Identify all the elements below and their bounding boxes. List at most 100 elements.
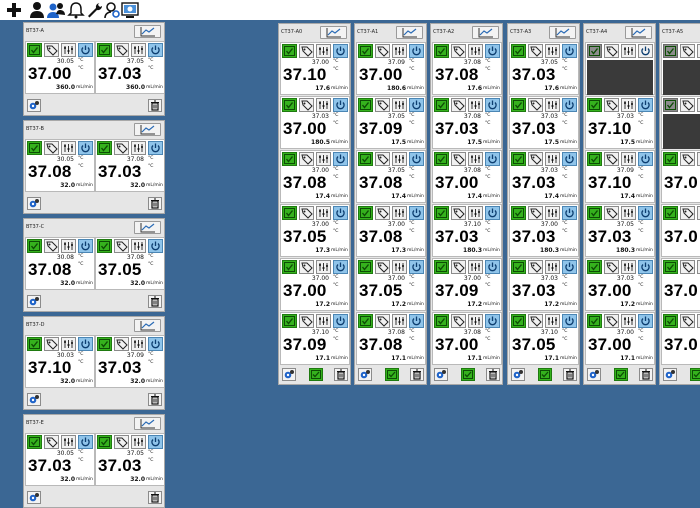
chart-button[interactable]	[134, 417, 161, 430]
sliders-icon[interactable]	[545, 44, 560, 58]
sliders-icon[interactable]	[468, 314, 483, 328]
power-icon[interactable]	[638, 260, 653, 274]
sliders-icon[interactable]	[131, 337, 146, 351]
power-icon[interactable]	[333, 206, 348, 220]
delete-button[interactable]	[148, 197, 162, 210]
sliders-icon[interactable]	[131, 239, 146, 253]
sliders-icon[interactable]	[316, 152, 331, 166]
settings-button[interactable]	[27, 295, 41, 308]
sliders-icon[interactable]	[621, 44, 636, 58]
enable-checkbox-icon[interactable]	[511, 314, 526, 328]
settings-button[interactable]	[282, 368, 296, 381]
delete-button[interactable]	[486, 368, 500, 381]
enable-checkbox-icon[interactable]	[97, 141, 112, 155]
tag-icon[interactable]	[44, 141, 59, 155]
power-icon[interactable]	[78, 239, 93, 253]
enable-checkbox-icon[interactable]	[434, 260, 449, 274]
settings-button[interactable]	[434, 368, 448, 381]
delete-button[interactable]	[639, 368, 653, 381]
sliders-icon[interactable]	[392, 260, 407, 274]
enable-checkbox-icon[interactable]	[434, 314, 449, 328]
power-icon[interactable]	[409, 206, 424, 220]
tag-icon[interactable]	[451, 98, 466, 112]
tag-icon[interactable]	[604, 206, 619, 220]
sliders-icon[interactable]	[316, 260, 331, 274]
chart-button[interactable]	[134, 25, 161, 38]
settings-button[interactable]	[27, 99, 41, 112]
power-icon[interactable]	[78, 435, 93, 449]
enable-checkbox-icon[interactable]	[358, 260, 373, 274]
power-icon[interactable]	[638, 44, 653, 58]
enable-checkbox-icon[interactable]	[434, 152, 449, 166]
tag-icon[interactable]	[375, 152, 390, 166]
power-icon[interactable]	[78, 141, 93, 155]
tag-icon[interactable]	[604, 152, 619, 166]
sliders-icon[interactable]	[392, 98, 407, 112]
sliders-icon[interactable]	[621, 98, 636, 112]
sliders-icon[interactable]	[621, 260, 636, 274]
sliders-icon[interactable]	[545, 314, 560, 328]
power-icon[interactable]	[562, 206, 577, 220]
tag-icon[interactable]	[528, 44, 543, 58]
tag-icon[interactable]	[375, 44, 390, 58]
enable-checkbox-icon[interactable]	[663, 206, 678, 220]
sliders-icon[interactable]	[545, 206, 560, 220]
sliders-icon[interactable]	[316, 314, 331, 328]
enable-checkbox-icon[interactable]	[358, 314, 373, 328]
enable-checkbox-icon[interactable]	[663, 44, 678, 58]
power-icon[interactable]	[148, 337, 163, 351]
enable-checkbox-icon[interactable]	[282, 260, 297, 274]
enable-checkbox-icon[interactable]	[511, 44, 526, 58]
tag-icon[interactable]	[604, 44, 619, 58]
user-settings-icon[interactable]	[103, 1, 121, 19]
enable-all-button[interactable]	[385, 368, 399, 381]
power-icon[interactable]	[333, 314, 348, 328]
chart-button[interactable]	[134, 221, 161, 234]
power-icon[interactable]	[485, 314, 500, 328]
tag-icon[interactable]	[375, 206, 390, 220]
power-icon[interactable]	[562, 44, 577, 58]
enable-checkbox-icon[interactable]	[358, 206, 373, 220]
enable-checkbox-icon[interactable]	[27, 239, 42, 253]
power-icon[interactable]	[409, 44, 424, 58]
tag-icon[interactable]	[375, 314, 390, 328]
enable-checkbox-icon[interactable]	[282, 44, 297, 58]
enable-checkbox-icon[interactable]	[587, 260, 602, 274]
delete-button[interactable]	[410, 368, 424, 381]
power-icon[interactable]	[148, 435, 163, 449]
sliders-icon[interactable]	[468, 98, 483, 112]
sliders-icon[interactable]	[392, 314, 407, 328]
monitor-icon[interactable]	[121, 1, 139, 19]
tag-icon[interactable]	[604, 260, 619, 274]
sliders-icon[interactable]	[621, 314, 636, 328]
tag-icon[interactable]	[299, 98, 314, 112]
sliders-icon[interactable]	[61, 337, 76, 351]
enable-all-button[interactable]	[538, 368, 552, 381]
enable-checkbox-icon[interactable]	[434, 98, 449, 112]
enable-checkbox-icon[interactable]	[358, 152, 373, 166]
sliders-icon[interactable]	[131, 435, 146, 449]
chart-button[interactable]	[320, 26, 347, 39]
enable-checkbox-icon[interactable]	[27, 43, 42, 57]
chart-button[interactable]	[472, 26, 499, 39]
bell-icon[interactable]	[67, 1, 85, 19]
enable-checkbox-icon[interactable]	[663, 152, 678, 166]
sliders-icon[interactable]	[316, 206, 331, 220]
enable-checkbox-icon[interactable]	[282, 314, 297, 328]
tag-icon[interactable]	[680, 44, 695, 58]
power-icon[interactable]	[333, 44, 348, 58]
sliders-icon[interactable]	[61, 239, 76, 253]
delete-button[interactable]	[148, 491, 162, 504]
tag-icon[interactable]	[528, 98, 543, 112]
enable-checkbox-icon[interactable]	[27, 141, 42, 155]
user-icon[interactable]	[28, 1, 46, 19]
enable-checkbox-icon[interactable]	[97, 239, 112, 253]
tag-icon[interactable]	[604, 314, 619, 328]
enable-checkbox-icon[interactable]	[587, 206, 602, 220]
enable-checkbox-icon[interactable]	[663, 260, 678, 274]
sliders-icon[interactable]	[131, 43, 146, 57]
enable-checkbox-icon[interactable]	[97, 435, 112, 449]
chart-button[interactable]	[625, 26, 652, 39]
power-icon[interactable]	[409, 152, 424, 166]
tag-icon[interactable]	[299, 260, 314, 274]
